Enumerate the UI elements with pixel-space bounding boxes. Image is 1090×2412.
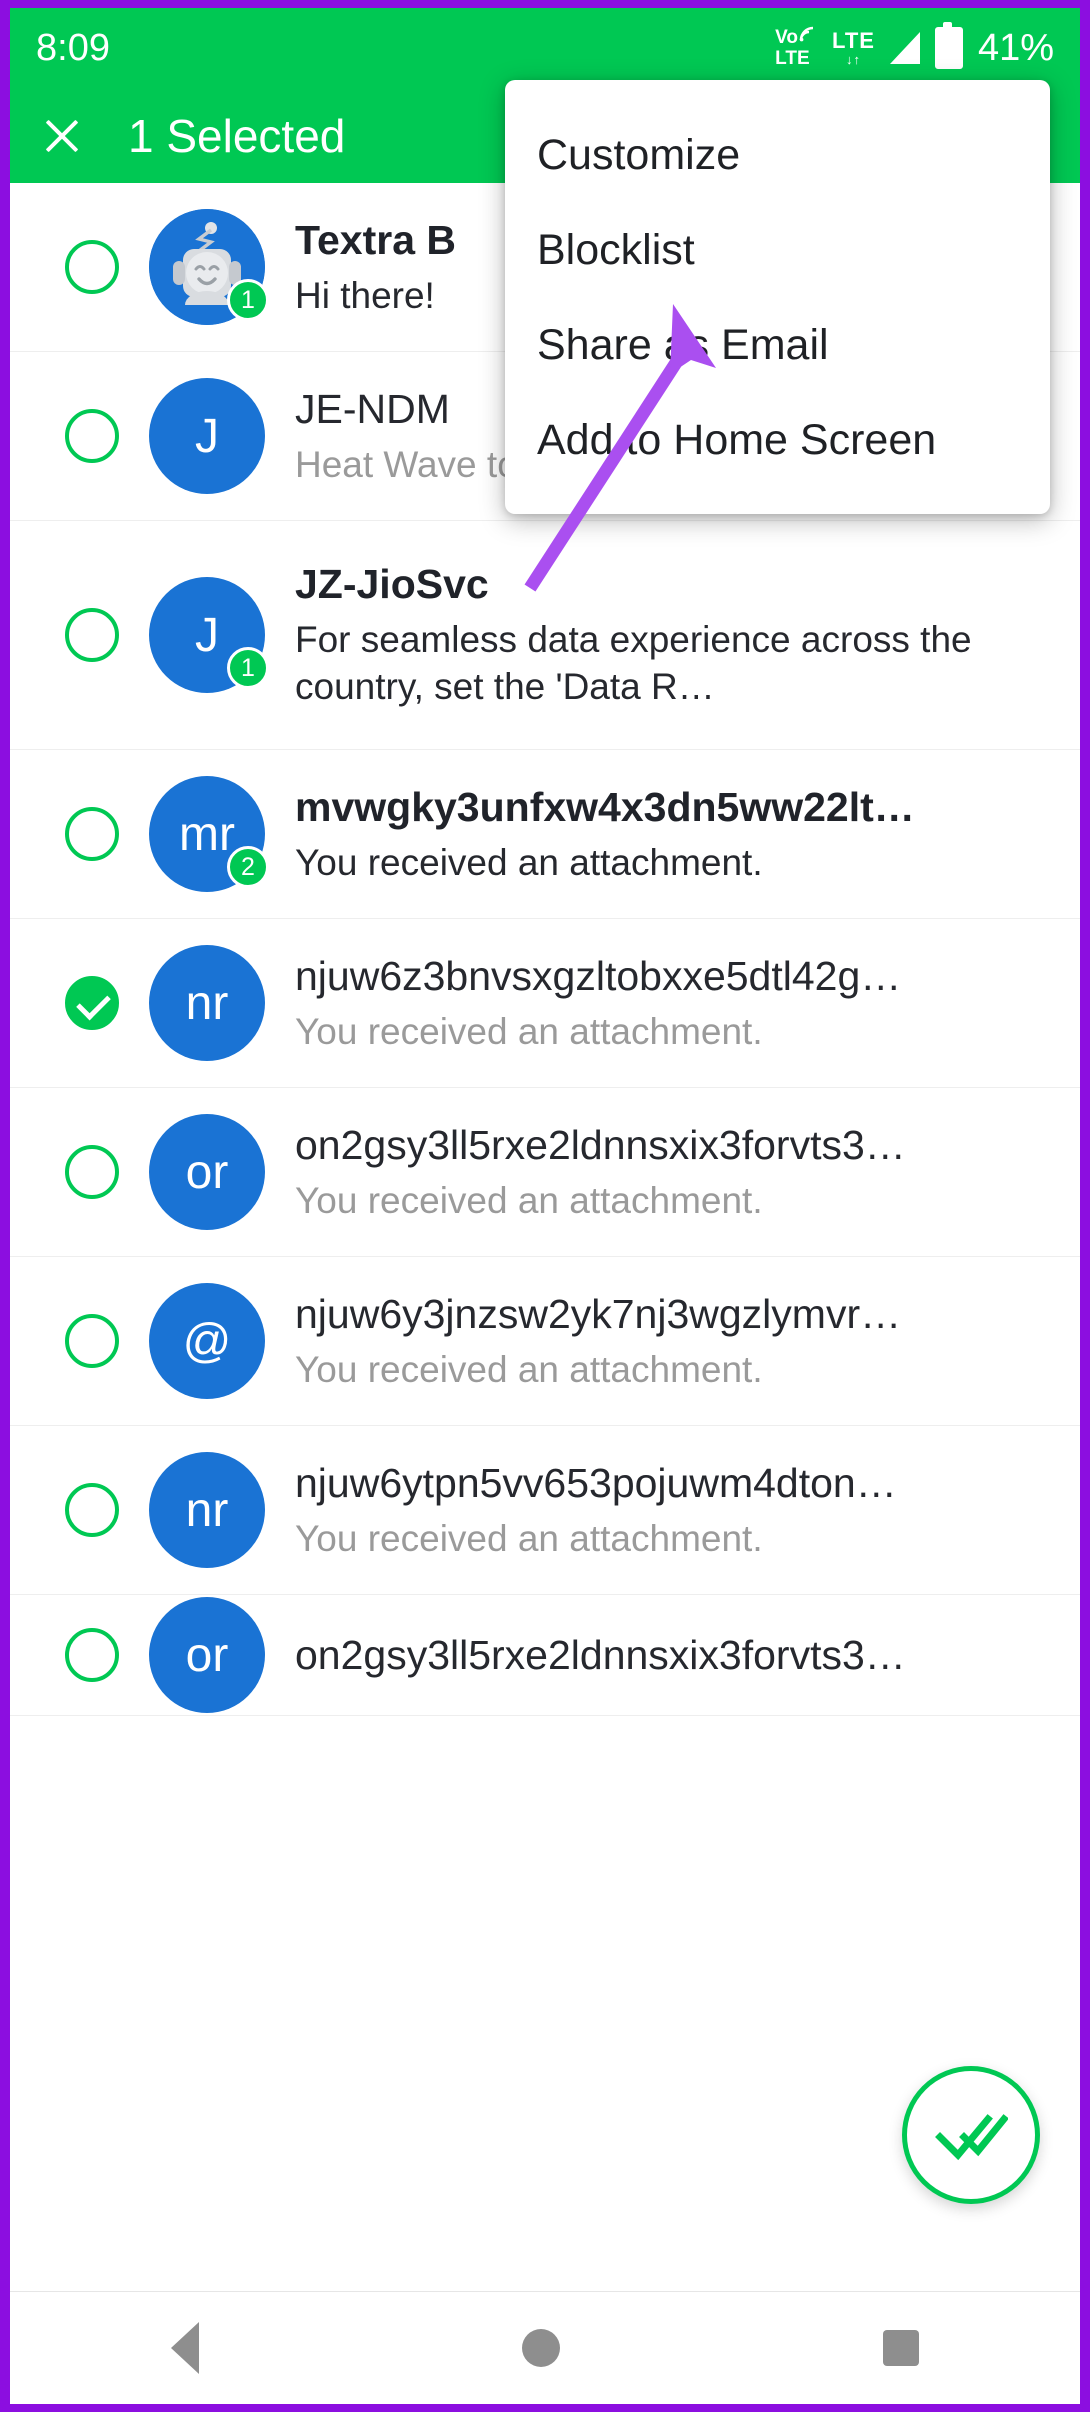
home-icon[interactable] (521, 2329, 560, 2367)
recents-icon[interactable] (882, 2330, 919, 2366)
avatar-wrapper[interactable]: or (149, 1597, 265, 1713)
avatar: J (149, 378, 265, 494)
conversation-row[interactable]: nr njuw6ytpn5vv653pojuwm4dton… You receive… (10, 1426, 1080, 1594)
row-checkbox[interactable] (65, 1628, 119, 1682)
system-navigation-bar[interactable] (10, 2291, 1080, 2404)
menu-item-share-as-email[interactable]: Share as Email (505, 298, 1050, 393)
avatar: or (149, 1114, 265, 1230)
unread-count-badge: 2 (227, 846, 269, 888)
conversation-text: JZ-JioSvc For seamless data experience ac… (295, 559, 1056, 711)
conversation-text: mvwgky3unfxw4x3dn5ww22lt… You received an… (295, 782, 1056, 886)
volte-top-label: Vo (775, 27, 799, 48)
row-checkbox[interactable] (65, 807, 119, 861)
avatar: nr (149, 1452, 265, 1568)
conversation-row[interactable]: J 1 JZ-JioSvc For seamless data experience … (10, 521, 1080, 749)
conversation-preview: You received an attachment. (295, 1348, 763, 1390)
battery-icon (934, 22, 963, 69)
conversation-preview: For seamless data experience across the … (295, 619, 972, 708)
conversation-preview: You received an attachment. (295, 1517, 763, 1559)
avatar-wrapper[interactable]: mr 2 (149, 776, 269, 892)
avatar-wrapper[interactable]: nr (149, 945, 265, 1061)
conversation-text: njuw6y3jnzsw2yk7nj3wgzlymvr… You received… (295, 1289, 1056, 1393)
phone-screen: 8:09 Vo LTE LTE ↓↑ 41% 1 Selected 1 Text… (10, 8, 1080, 2404)
signal-bars-icon (889, 32, 920, 64)
conversation-title: njuw6ytpn5vv653pojuwm4dton… (295, 1459, 897, 1506)
row-checkbox[interactable] (65, 608, 119, 662)
volte-bottom-label: LTE (775, 48, 810, 69)
menu-item-blocklist[interactable]: Blocklist (505, 203, 1050, 298)
status-clock: 8:09 (36, 26, 110, 69)
conversation-title: njuw6z3bnvsxgzltobxxe5dtl42g… (295, 952, 902, 999)
avatar: or (149, 1597, 265, 1713)
row-checkbox-checked[interactable] (65, 976, 119, 1030)
row-checkbox[interactable] (65, 240, 119, 294)
double-check-icon (935, 2114, 1008, 2161)
conversation-title: mvwgky3unfxw4x3dn5ww22lt… (295, 783, 915, 830)
list-divider (10, 1715, 1080, 1716)
close-icon[interactable] (38, 112, 86, 160)
lte-label: LTE (832, 28, 875, 53)
volte-icon: Vo LTE (775, 26, 819, 69)
avatar-wrapper[interactable]: or (149, 1114, 265, 1230)
menu-item-customize[interactable]: Customize (505, 108, 1050, 203)
avatar-wrapper[interactable]: J1 (149, 577, 269, 693)
conversation-text: njuw6z3bnvsxgzltobxxe5dtl42g… You receive… (295, 951, 1056, 1055)
row-checkbox[interactable] (65, 1483, 119, 1537)
conversation-text: on2gsy3ll5rxe2ldnnsxix3forvts3… You recei… (295, 1120, 1056, 1224)
overflow-menu[interactable]: Customize Blocklist Share as Email Add t… (505, 80, 1050, 514)
conversation-preview: You received an attachment. (295, 1179, 763, 1221)
conversation-row[interactable]: or on2gsy3ll5rxe2ldnnsxix3forvts3… You rec… (10, 1088, 1080, 1256)
avatar-wrapper[interactable]: @ (149, 1283, 265, 1399)
lte-data-icon: LTE ↓↑ (832, 28, 875, 67)
back-icon[interactable] (171, 2322, 200, 2374)
conversation-preview: You received an attachment. (295, 1010, 763, 1052)
avatar-wrapper[interactable]: nr (149, 1452, 265, 1568)
conversation-text: on2gsy3ll5rxe2ldnnsxix3forvts3… (295, 1630, 1056, 1681)
avatar: nr (149, 945, 265, 1061)
phone-screenshot-frame: 8:09 Vo LTE LTE ↓↑ 41% 1 Selected 1 Text… (0, 0, 1090, 2412)
row-checkbox[interactable] (65, 409, 119, 463)
conversation-title: on2gsy3ll5rxe2ldnnsxix3forvts3… (295, 1121, 906, 1168)
conversation-row[interactable]: or on2gsy3ll5rxe2ldnnsxix3forvts3… (10, 1595, 1080, 1715)
conversation-row[interactable]: nr njuw6z3bnvsxgzltobxxe5dtl42g… You recei… (10, 919, 1080, 1087)
avatar-wrapper[interactable]: J (149, 378, 265, 494)
lte-arrows-label: ↓↑ (845, 52, 861, 67)
unread-count-badge: 1 (227, 279, 269, 321)
row-checkbox[interactable] (65, 1314, 119, 1368)
conversation-text: njuw6ytpn5vv653pojuwm4dton… You received … (295, 1458, 1056, 1562)
avatar-wrapper[interactable]: 1 (149, 209, 269, 325)
mark-all-read-fab[interactable] (902, 2066, 1040, 2204)
conversation-title: on2gsy3ll5rxe2ldnnsxix3forvts3… (295, 1631, 906, 1678)
status-bar: 8:09 Vo LTE LTE ↓↑ 41% (10, 8, 1080, 88)
conversation-preview: You received an attachment. (295, 841, 763, 883)
avatar: @ (149, 1283, 265, 1399)
conversation-row[interactable]: mr 2 mvwgky3unfxw4x3dn5ww22lt… You received… (10, 750, 1080, 918)
battery-percent-label: 41% (977, 26, 1054, 69)
conversation-row[interactable]: @ njuw6y3jnzsw2yk7nj3wgzlymvr… You receive… (10, 1257, 1080, 1425)
selection-count-label: 1 Selected (128, 109, 346, 162)
menu-item-add-to-home-screen[interactable]: Add to Home Screen (505, 393, 1050, 488)
status-icon-group: Vo LTE LTE ↓↑ 41% (775, 22, 1054, 70)
unread-count-badge: 1 (227, 647, 269, 689)
conversation-title: JZ-JioSvc (295, 561, 489, 608)
row-checkbox[interactable] (65, 1145, 119, 1199)
conversation-title: njuw6y3jnzsw2yk7nj3wgzlymvr… (295, 1290, 902, 1337)
